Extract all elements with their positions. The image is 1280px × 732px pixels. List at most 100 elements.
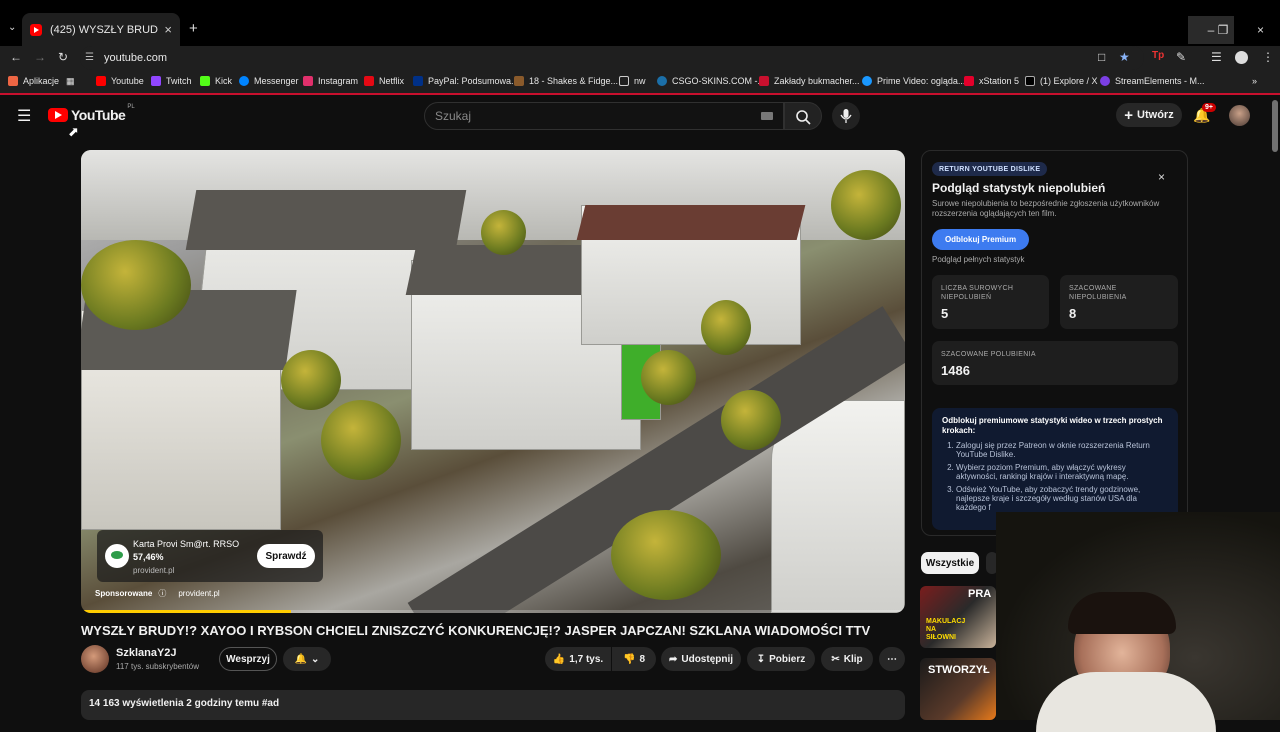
page-scrollbar[interactable]	[1272, 100, 1278, 152]
bookmark-item[interactable]: Netflix	[364, 76, 404, 86]
search-button[interactable]	[784, 102, 822, 130]
bookmark-item[interactable]: (1) Explore / X	[1025, 76, 1098, 86]
thumb-text: PRA	[968, 588, 992, 600]
browser-tab-active[interactable]: (425) WYSZŁY BRUDY!? XAY ×	[22, 13, 180, 46]
share-button[interactable]: ➦ Udostępnij	[661, 647, 741, 671]
ad-card[interactable]: Karta Provi Sm@rt. RRSO 57,46% provident…	[97, 530, 323, 582]
site-info-icon[interactable]: ☰	[85, 52, 94, 63]
profile-icon[interactable]	[1235, 51, 1248, 64]
netflix-icon	[364, 76, 374, 86]
browser-menu-icon[interactable]: ⋮	[1262, 50, 1274, 64]
close-icon[interactable]: ×	[1158, 170, 1165, 184]
youtube-logo[interactable]: YouTube PL	[48, 104, 135, 123]
video-scene-tree	[701, 300, 751, 355]
bookmark-label: (1) Explore / X	[1040, 76, 1098, 86]
bookmark-item[interactable]: Messenger	[239, 76, 299, 86]
webcam-shirt	[1036, 672, 1216, 732]
download-button[interactable]: ↧ Pobierz	[747, 647, 815, 671]
avatar[interactable]	[1229, 105, 1250, 126]
bookmark-item[interactable]: xStation 5	[964, 76, 1019, 86]
bookmark-label: Prime Video: ogląda...	[877, 76, 966, 86]
bookmark-item[interactable]: Twitch	[151, 76, 192, 86]
bookmark-star-icon[interactable]: ★	[1119, 50, 1130, 64]
channel-name[interactable]: SzklanaY2J	[116, 647, 177, 659]
return-youtube-dislike-panel: RETURN YOUTUBE DISLIKE × Podgląd statyst…	[921, 150, 1188, 536]
clip-label: Klip	[843, 653, 863, 665]
bookmark-item[interactable]: 18 - Shakes & Fidge...	[514, 76, 618, 86]
bookmark-label: Youtube	[111, 76, 144, 86]
bookmark-item[interactable]: nw	[619, 76, 646, 86]
share-label: Udostępnij	[681, 653, 734, 665]
description-box[interactable]: 14 163 wyświetlenia 2 godziny temu #ad	[81, 690, 905, 720]
thumbs-up-icon: 👍	[552, 653, 566, 665]
media-controls-icon[interactable]: ☰	[1211, 50, 1222, 64]
video-scene-tree	[641, 350, 696, 405]
extensions-icon[interactable]: ✎	[1176, 50, 1186, 64]
dislike-button[interactable]: 👎 8	[612, 647, 656, 671]
bookmark-item[interactable]: Prime Video: ogląda...	[862, 76, 965, 86]
bookmark-label: nw	[634, 76, 646, 86]
bookmark-label: Kick	[215, 76, 233, 86]
bookmark-item[interactable]: PayPal: Podsumowa...	[413, 76, 519, 86]
recommended-thumbnail[interactable]: STWORZYŁ	[920, 658, 996, 720]
extension-tp-icon[interactable]: Tp	[1152, 50, 1164, 61]
search-input[interactable]: Szukaj	[424, 102, 784, 130]
bookmark-item[interactable]: Zakłady bukmacher...	[759, 76, 860, 86]
ad-title: Karta Provi Sm@rt. RRSO	[133, 539, 240, 549]
chip-all[interactable]: Wszystkie	[921, 552, 979, 574]
bookmark-label: Instagram	[318, 76, 359, 86]
bookmarks-bar: Aplikacje ▦ Youtube Twitch Kick Messenge…	[0, 71, 1280, 95]
close-window-icon[interactable]: ×	[1241, 16, 1280, 44]
create-button[interactable]: + Utwórz	[1116, 103, 1182, 127]
restore-icon[interactable]: ❐	[1213, 16, 1233, 44]
keyboard-icon[interactable]	[761, 112, 773, 120]
video-scene-tree	[611, 510, 721, 600]
bookmark-item[interactable]: CSGO-SKINS.COM -...	[657, 76, 765, 86]
hamburger-menu-icon[interactable]: ☰	[17, 106, 31, 126]
youtube-wordmark: YouTube	[71, 107, 126, 123]
tab-list-chevron-icon[interactable]: ⌄	[8, 22, 16, 33]
ryd-subtitle: Surowe niepolubienia to bezpośrednie zgł…	[932, 199, 1160, 218]
new-tab-icon[interactable]: +	[189, 20, 198, 37]
browser-tab-strip: ⌄ (425) WYSZŁY BRUDY!? XAY × + – ❐ ×	[0, 0, 1280, 46]
estimated-likes-stat: SZACOWANE POLUBIENIA 1486	[932, 341, 1178, 385]
address-bar[interactable]: youtube.com	[80, 46, 1144, 70]
recommended-thumbnail[interactable]: PRA MAKULACJ NA SIŁOWNI	[920, 586, 996, 648]
more-actions-button[interactable]: ⋯	[879, 647, 905, 671]
more-bookmarks-icon[interactable]: »	[1252, 76, 1257, 86]
bookmark-item[interactable]: Youtube	[96, 76, 144, 86]
bookmark-item[interactable]: Kick	[200, 76, 232, 86]
clip-button[interactable]: ✂ Klip	[821, 647, 873, 671]
subscription-bell-button[interactable]: 🔔 ⌄	[283, 647, 331, 671]
bookmark-label: 18 - Shakes & Fidge...	[529, 76, 619, 86]
back-icon[interactable]: ←	[10, 50, 22, 64]
unlock-premium-button[interactable]: Odblokuj Premium	[932, 229, 1029, 250]
bookmark-label: StreamElements - M...	[1115, 76, 1205, 86]
stat-value: 5	[941, 306, 949, 321]
like-button[interactable]: 👍 1,7 tys.	[545, 647, 611, 671]
ad-progress-bar[interactable]	[81, 610, 905, 613]
forward-icon[interactable]: →	[34, 50, 46, 64]
share-icon: ➦	[668, 653, 678, 665]
url-text: youtube.com	[104, 52, 167, 64]
stat-label: LICZBA SUROWYCH NIEPOLUBIEŃ	[941, 285, 1014, 301]
grid-icon[interactable]: ▦	[66, 76, 75, 87]
xstation-icon	[964, 76, 974, 86]
bookmark-item[interactable]: StreamElements - M...	[1100, 76, 1205, 86]
bookmark-item[interactable]: Aplikacje	[8, 76, 59, 86]
info-icon[interactable]: ⓘ	[158, 588, 166, 599]
support-button[interactable]: Wesprzyj	[219, 647, 277, 671]
video-scene-roof	[576, 205, 806, 240]
reload-icon[interactable]: ↻	[58, 50, 68, 64]
steps-list: Zaloguj się przez Patreon w oknie rozsze…	[942, 441, 1168, 512]
download-icon: ↧	[756, 653, 766, 665]
bookmark-item[interactable]: Instagram	[303, 76, 358, 86]
betting-icon	[759, 76, 769, 86]
install-icon[interactable]: □	[1098, 50, 1105, 64]
channel-avatar[interactable]	[81, 645, 109, 673]
ad-cta-button[interactable]: Sprawdź	[257, 544, 315, 568]
sponsor-domain[interactable]: provident.pl	[178, 589, 219, 598]
voice-search-button[interactable]	[832, 102, 860, 130]
video-player[interactable]: Karta Provi Sm@rt. RRSO 57,46% provident…	[81, 150, 905, 613]
close-tab-icon[interactable]: ×	[164, 22, 172, 37]
